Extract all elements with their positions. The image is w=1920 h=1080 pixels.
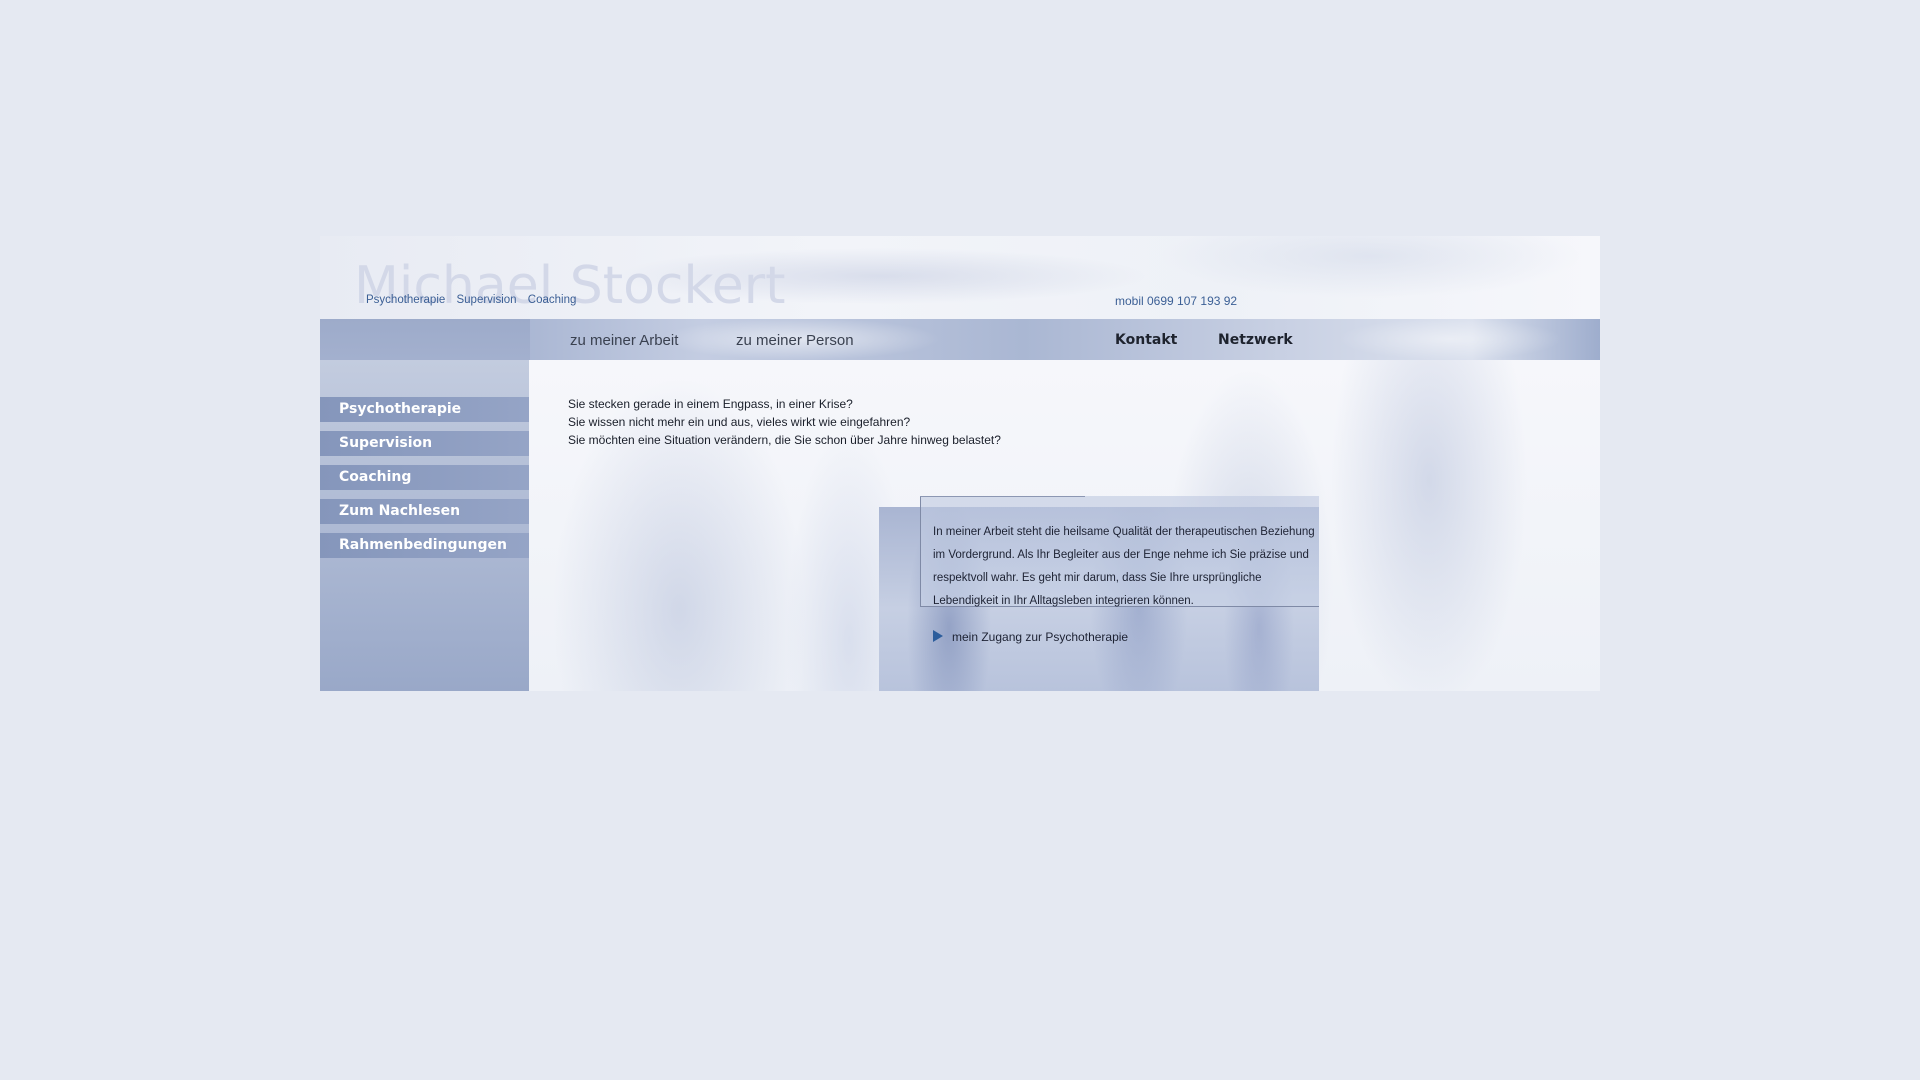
- intro-line-1: Sie stecken gerade in einem Engpass, in …: [568, 397, 853, 411]
- quote-box: In meiner Arbeit steht die heilsame Qual…: [920, 496, 1319, 607]
- sidebar-item-supervision[interactable]: Supervision: [320, 431, 529, 456]
- tagline-supervision: Supervision: [456, 294, 517, 306]
- quote-divider: [920, 496, 1085, 497]
- brand-name: Michael Stockert: [354, 256, 786, 316]
- tagline-psychotherapie: Psychotherapie: [366, 294, 446, 306]
- main-content: Sie stecken gerade in einem Engpass, in …: [529, 360, 1600, 691]
- brand-tagline: Psychotherapie Supervision Coaching: [366, 294, 581, 306]
- intro-line-3: Sie möchten eine Situation verändern, di…: [568, 433, 1001, 447]
- phone-number: mobil 0699 107 193 92: [1115, 294, 1238, 308]
- quote-text: In meiner Arbeit steht die heilsame Qual…: [933, 526, 1315, 607]
- nav-zu-meiner-person[interactable]: zu meiner Person: [736, 332, 854, 349]
- arrow-right-icon: [933, 630, 943, 642]
- header: Michael Stockert Psychotherapie Supervis…: [320, 236, 1600, 319]
- sidebar-item-rahmenbedingungen[interactable]: Rahmenbedingungen: [320, 533, 529, 558]
- site-container: Michael Stockert Psychotherapie Supervis…: [320, 236, 1600, 691]
- navbar-left-block: [320, 319, 530, 360]
- tagline-coaching: Coaching: [527, 294, 577, 306]
- sidebar-item-psychotherapie[interactable]: Psychotherapie: [320, 397, 529, 422]
- nav-kontakt[interactable]: Kontakt: [1115, 332, 1177, 348]
- nav-zu-meiner-arbeit[interactable]: zu meiner Arbeit: [570, 332, 678, 349]
- intro-line-2: Sie wissen nicht mehr ein und aus, viele…: [568, 415, 911, 429]
- sidebar-item-coaching[interactable]: Coaching: [320, 465, 529, 490]
- top-navigation: zu meiner Arbeit zu meiner Person Kontak…: [320, 319, 1600, 360]
- psychotherapie-approach-link[interactable]: mein Zugang zur Psychotherapie: [933, 630, 1128, 644]
- nav-netzwerk[interactable]: Netzwerk: [1218, 332, 1293, 348]
- sidebar-item-zum-nachlesen[interactable]: Zum Nachlesen: [320, 499, 529, 524]
- link-label[interactable]: mein Zugang zur Psychotherapie: [952, 630, 1128, 644]
- sidebar: Psychotherapie Supervision Coaching Zum …: [320, 360, 529, 691]
